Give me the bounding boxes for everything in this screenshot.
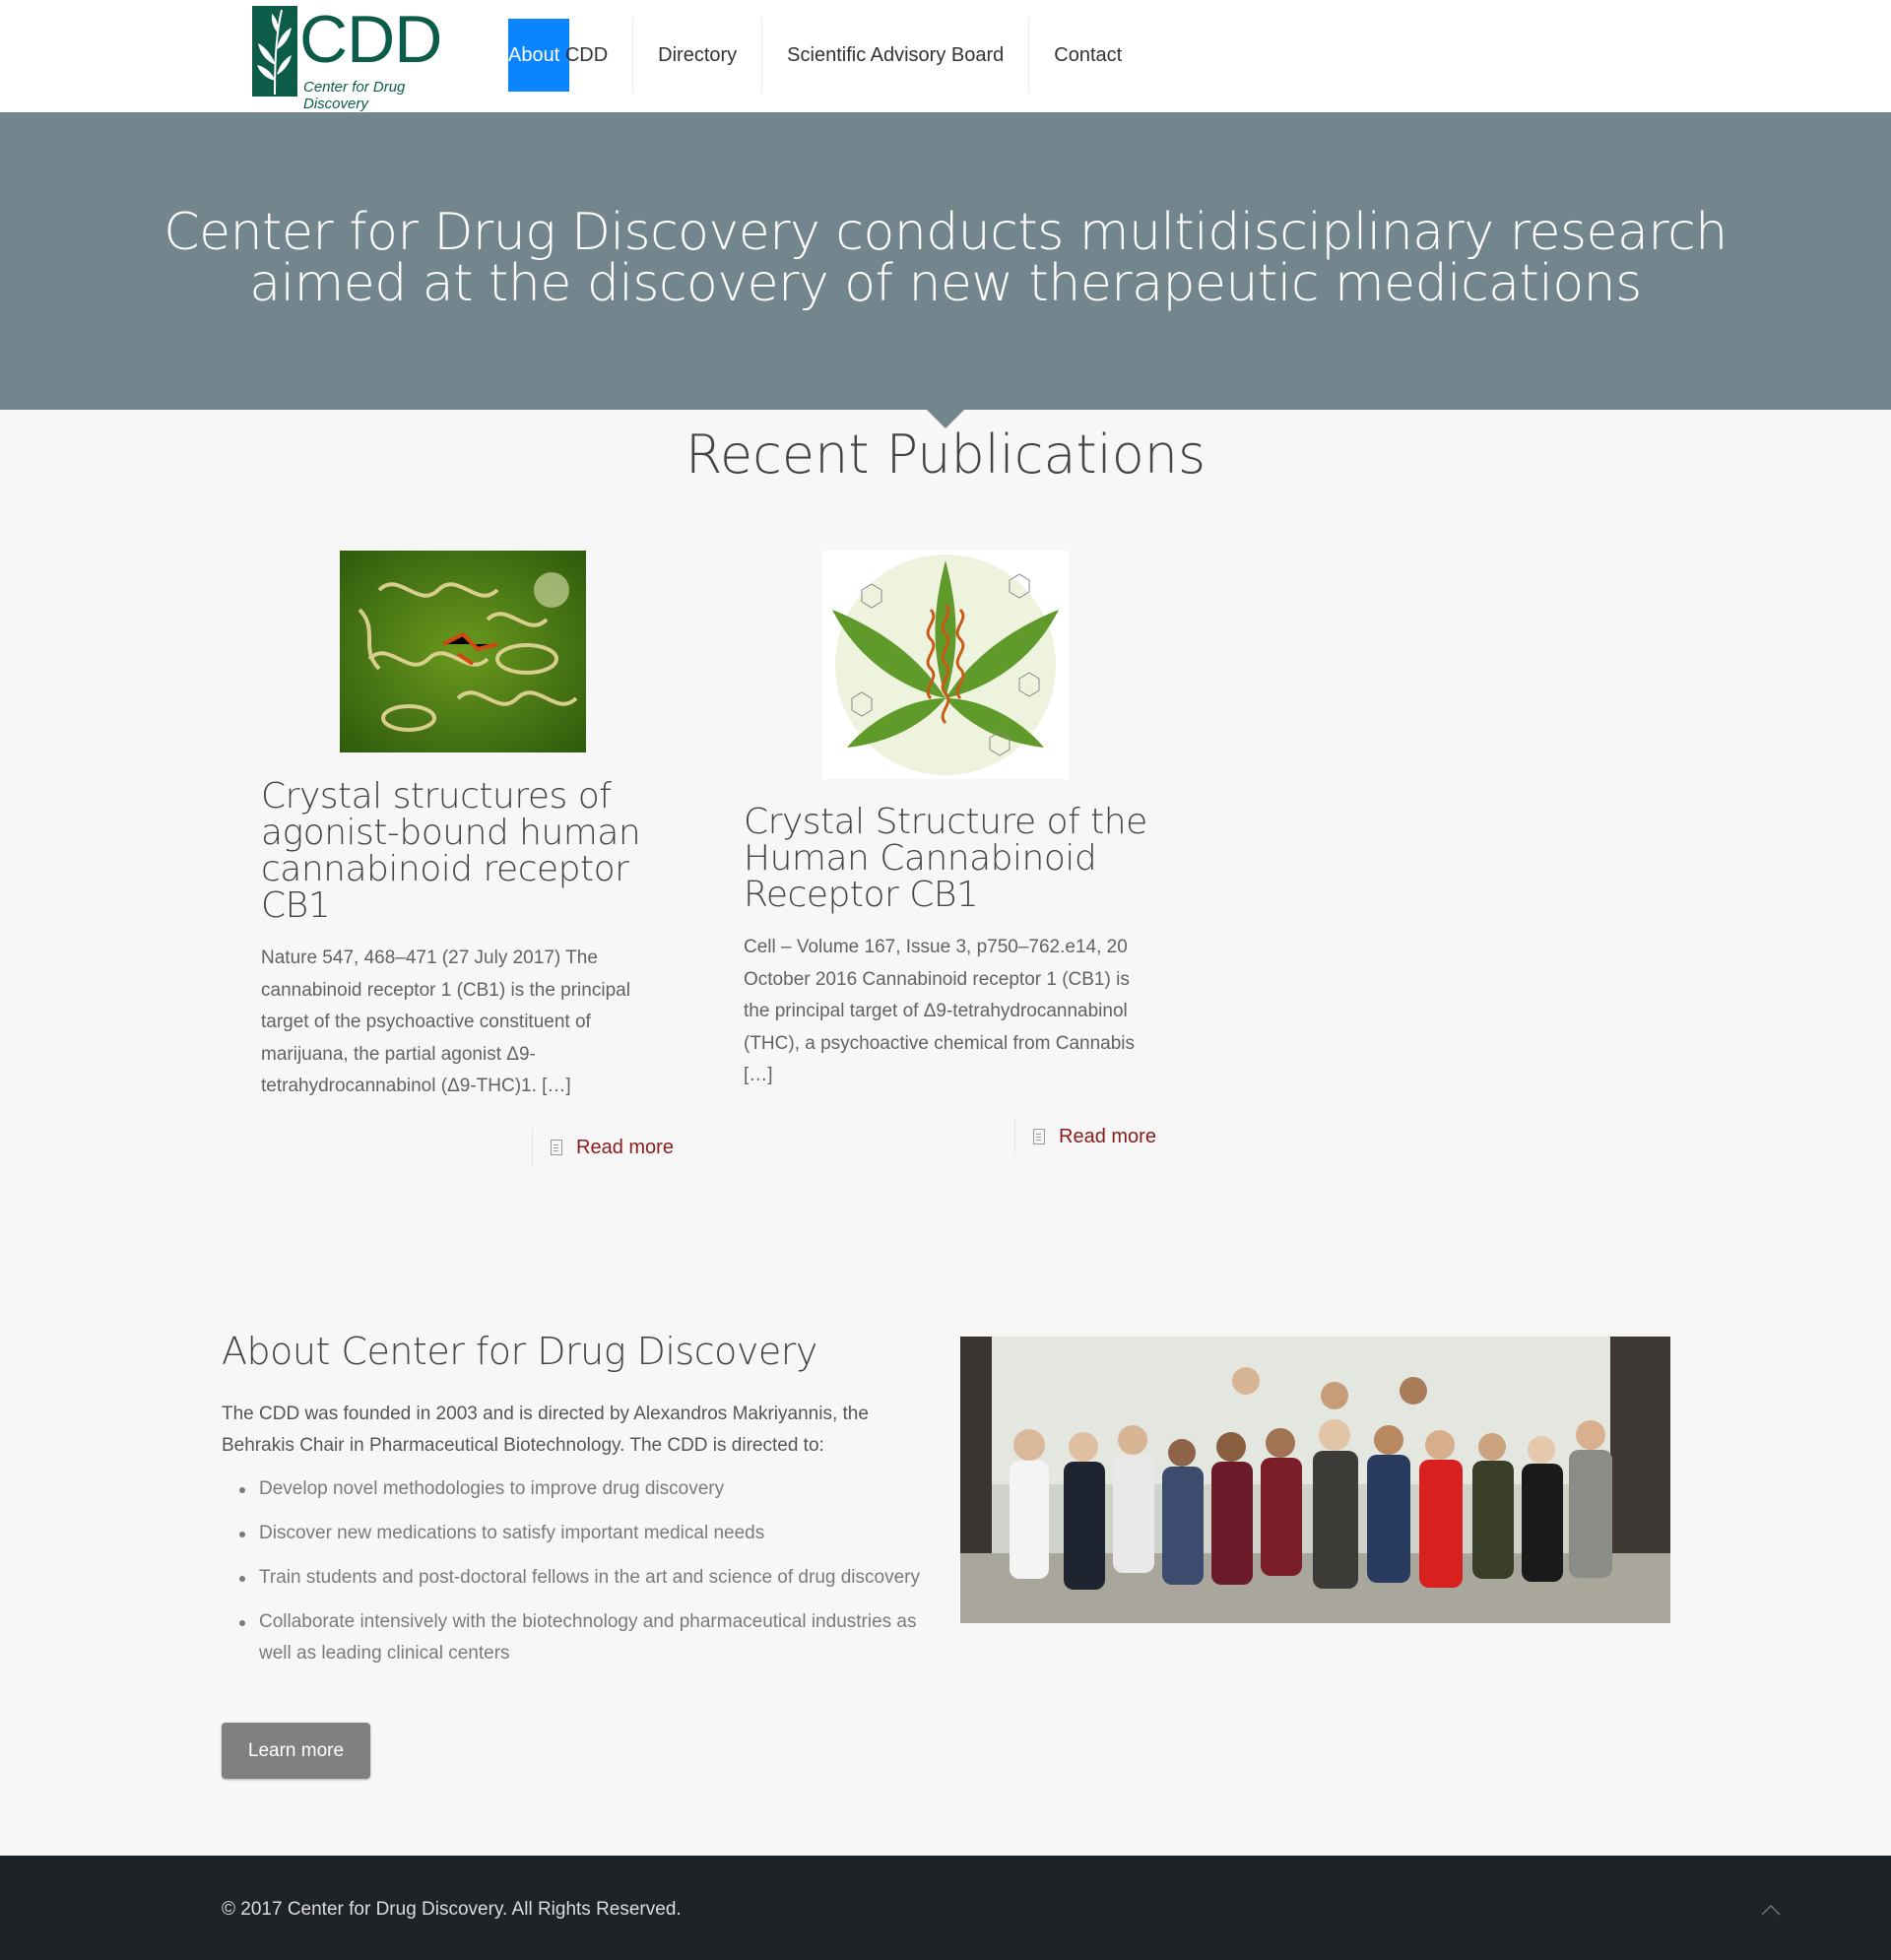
document-icon [1033, 1129, 1045, 1144]
nav-label-sab: Scientific Advisory Board [787, 43, 1005, 66]
list-item: Train students and post-doctoral fellows… [222, 1562, 941, 1594]
publication-title-1[interactable]: Crystal structures of agonist-bound huma… [261, 778, 655, 924]
site-footer: © 2017 Center for Drug Discovery. All Ri… [0, 1856, 1891, 1960]
nav-item-scientific-advisory-board[interactable]: Scientific Advisory Board [762, 18, 1030, 93]
nav-label-about: About [508, 43, 560, 66]
list-item: Discover new medications to satisfy impo… [222, 1518, 941, 1549]
nav-label-directory: Directory [658, 43, 738, 66]
about-list: Develop novel methodologies to improve d… [222, 1473, 941, 1682]
team-photo [960, 1337, 1670, 1623]
learn-more-button[interactable]: Learn more [222, 1723, 370, 1779]
publication-image-1[interactable] [340, 551, 586, 752]
logo-tagline: Center for Drug Discovery [303, 79, 406, 112]
document-icon [551, 1140, 562, 1155]
hero-banner: Center for Drug Discovery conducts multi… [0, 112, 1891, 410]
read-more-label-1: Read more [576, 1136, 674, 1158]
site-logo[interactable]: CDD Center for Drug Discovery [252, 2, 449, 112]
section-title-publications: Recent Publications [685, 424, 1206, 486]
about-title: About Center for Drug Discovery [222, 1330, 817, 1373]
logo-wordmark: CDD [299, 2, 442, 77]
read-more-label-2: Read more [1059, 1125, 1156, 1147]
publication-excerpt-1: Nature 547, 468–471 (27 July 2017) The c… [261, 947, 630, 1096]
publication-image-2[interactable] [822, 551, 1069, 779]
nav-item-contact[interactable]: Contact [1029, 18, 1146, 93]
hero-line-1: Center for Drug Discovery conducts multi… [163, 203, 1728, 262]
nav-item-about-cdd[interactable]: About CDD [508, 18, 634, 93]
nav-item-directory[interactable]: Directory [633, 18, 763, 93]
copyright-text: © 2017 Center for Drug Discovery. All Ri… [222, 1899, 682, 1920]
main-nav: About CDD Directory Scientific Advisory … [508, 18, 1146, 93]
nav-label-cdd: CDD [559, 43, 609, 66]
site-header: CDD Center for Drug Discovery About CDD … [0, 0, 1891, 112]
hero-headline: Center for Drug Discovery conducts multi… [0, 207, 1891, 309]
list-item: Develop novel methodologies to improve d… [222, 1473, 941, 1505]
list-item: Collaborate intensively with the biotech… [222, 1606, 941, 1669]
nav-label-contact: Contact [1054, 43, 1123, 66]
cannabinoid-receptor-image [822, 551, 1069, 779]
read-more-link-1[interactable]: Read more [532, 1128, 674, 1167]
group-photo-image [960, 1337, 1670, 1623]
about-intro: The CDD was founded in 2003 and is direc… [222, 1404, 869, 1456]
leaf-logo-icon [252, 6, 297, 97]
hero-line-2: aimed at the discovery of new therapeuti… [249, 254, 1642, 313]
chevron-up-icon[interactable] [1761, 1901, 1781, 1921]
publication-excerpt-2: Cell – Volume 167, Issue 3, p750–762.e14… [744, 937, 1136, 1085]
protein-structure-image [340, 551, 586, 752]
publication-title-2[interactable]: Crystal Structure of the Human Cannabino… [744, 804, 1157, 913]
read-more-link-2[interactable]: Read more [1014, 1117, 1156, 1156]
